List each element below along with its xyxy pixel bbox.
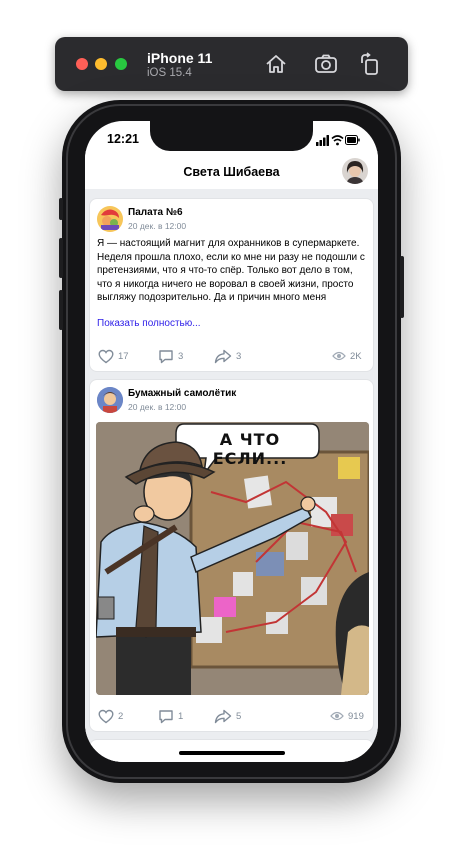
- navigation-bar: Света Шибаева: [85, 151, 378, 189]
- power-button: [400, 256, 404, 318]
- minimize-window-button[interactable]: [95, 58, 107, 70]
- comment-count: 3: [178, 350, 184, 362]
- comment-button[interactable]: 3: [158, 347, 183, 365]
- like-button[interactable]: 2: [98, 707, 123, 725]
- post-date: 20 дек. в 12:00: [128, 221, 187, 231]
- community-avatar[interactable]: [97, 206, 123, 232]
- eye-icon: [332, 351, 346, 361]
- view-count: 919: [348, 710, 364, 722]
- comment-button[interactable]: 1: [158, 707, 183, 725]
- share-button[interactable]: 3: [214, 347, 241, 365]
- share-icon: [214, 709, 232, 723]
- like-count: 2: [118, 710, 124, 722]
- device-name: iPhone 11: [147, 50, 213, 66]
- share-button[interactable]: 5: [214, 707, 241, 725]
- like-count: 17: [118, 350, 129, 362]
- zoom-window-button[interactable]: [115, 58, 127, 70]
- profile-avatar[interactable]: [342, 158, 368, 184]
- news-feed[interactable]: Палата №6 20 дек. в 12:00 Я — настоящий …: [85, 183, 378, 762]
- battery-icon: [345, 135, 360, 145]
- post-actions: 17 3 3 2K: [90, 347, 375, 365]
- comment-icon: [159, 349, 173, 363]
- comment-icon: [159, 709, 173, 723]
- simulator-toolbar: iPhone 11 iOS 15.4: [55, 37, 408, 91]
- post-author[interactable]: Бумажный самолётик: [128, 388, 236, 399]
- post-actions: 2 1 5 919: [90, 707, 375, 725]
- os-version: iOS 15.4: [147, 67, 192, 79]
- community-avatar[interactable]: [97, 387, 123, 413]
- wifi-icon: [331, 135, 344, 146]
- volume-up-button: [59, 238, 63, 278]
- status-time: 12:21: [107, 132, 139, 146]
- image-caption: А ЧТО ЕСЛИ...: [212, 430, 288, 468]
- signal-icon: [316, 135, 329, 146]
- mute-switch: [59, 198, 63, 220]
- comment-count: 1: [178, 710, 184, 722]
- views-indicator: 2K: [332, 347, 362, 365]
- close-window-button[interactable]: [76, 58, 88, 70]
- post-text: Я — настоящий магнит для охранников в су…: [97, 238, 365, 303]
- home-icon[interactable]: [263, 51, 289, 77]
- screenshot-icon[interactable]: [313, 51, 339, 77]
- post-author[interactable]: Палата №6: [128, 207, 183, 218]
- volume-down-button: [59, 290, 63, 330]
- home-indicator[interactable]: [179, 751, 285, 755]
- share-count: 5: [236, 710, 242, 722]
- like-button[interactable]: 17: [98, 347, 129, 365]
- post-card[interactable]: Бумажный самолётик 20 дек. в 12:00 А ЧТО…: [89, 379, 374, 732]
- share-count: 3: [236, 350, 242, 362]
- status-icons: [316, 133, 360, 146]
- post-image[interactable]: А ЧТО ЕСЛИ...: [96, 422, 369, 695]
- show-more-link[interactable]: Показать полностью...: [97, 318, 201, 329]
- post-date: 20 дек. в 12:00: [128, 402, 187, 412]
- page-title: Света Шибаева: [183, 165, 280, 179]
- view-count: 2K: [350, 350, 362, 362]
- eye-icon: [330, 711, 344, 721]
- rotate-icon[interactable]: [357, 51, 383, 77]
- share-icon: [214, 349, 232, 363]
- heart-icon: [98, 709, 114, 723]
- notch: [150, 121, 313, 151]
- heart-icon: [98, 349, 114, 363]
- views-indicator: 919: [330, 707, 364, 725]
- post-card[interactable]: Палата №6 20 дек. в 12:00 Я — настоящий …: [89, 198, 374, 372]
- device-screen: Палата №6 20 дек. в 12:00 Я — настоящий …: [85, 121, 378, 762]
